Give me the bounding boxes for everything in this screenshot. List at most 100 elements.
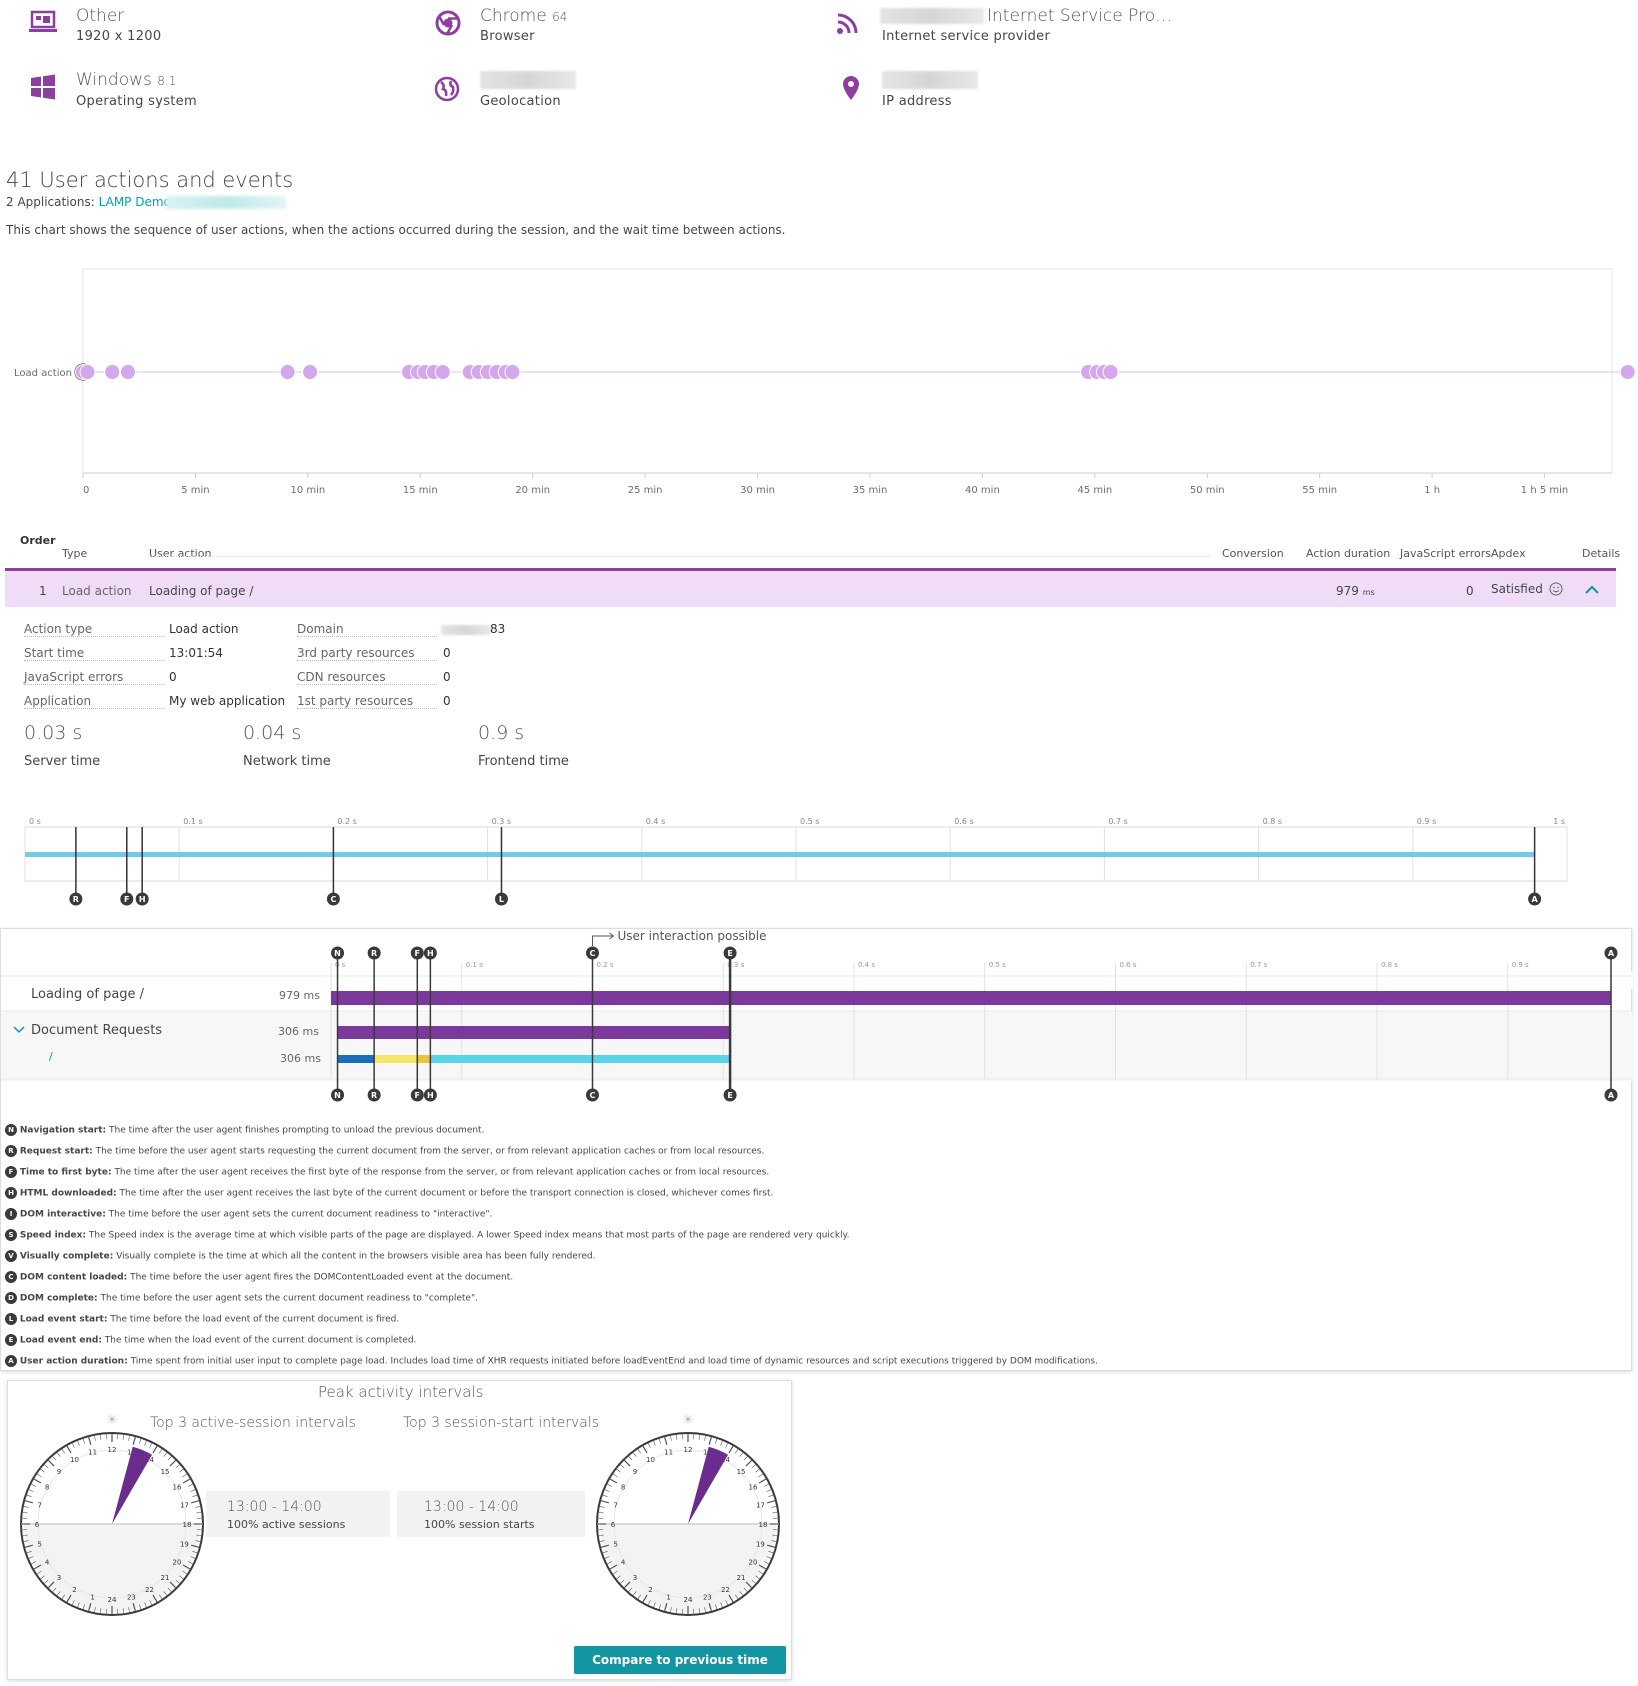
col-js-errors[interactable]: JavaScript errors (1400, 547, 1491, 560)
col-details[interactable]: Details (1582, 547, 1620, 560)
row-js-errors: 0 (1466, 584, 1474, 598)
legend-term: Speed index: (19, 1230, 87, 1241)
detail-value: 0 (443, 670, 451, 684)
clock-hour-label: 24 (108, 1596, 117, 1604)
wf-marker-label: A (1608, 949, 1615, 958)
timing-marker-label: A (1532, 895, 1539, 904)
clock-hour-label: 1 (90, 1593, 94, 1601)
legend-term: Time to first byte: (19, 1167, 112, 1178)
waterfall-chart: 0 s 0.1 s 0.2 s 0.3 s 0.4 s 0.5 s 0.6 s 0.7 s 0.… (1, 929, 1633, 1102)
legend-row: E Load event end: The time when the load… (5, 1334, 416, 1346)
col-user-action[interactable]: User action (149, 547, 211, 560)
isp-redacted (880, 8, 984, 24)
wf-marker-label: R (371, 1091, 377, 1100)
wf-row-root[interactable]: / (49, 1050, 53, 1063)
col-action-duration[interactable]: Action duration (1306, 547, 1390, 560)
server-time-label: Server time (24, 754, 101, 769)
clock-hour-label: 8 (621, 1484, 625, 1492)
device-resolution: 1920 x 1200 (76, 29, 162, 44)
wf-marker-label: E (727, 1091, 732, 1100)
wf-bar-ttfb (417, 1055, 431, 1063)
wf-sub-bg (1, 1011, 1633, 1081)
geolocation-redacted (480, 71, 576, 89)
clock-hour-label: 23 (127, 1593, 136, 1601)
wf-row-document-requests[interactable]: Document Requests (31, 1023, 162, 1038)
clock-hour-label: 7 (613, 1502, 617, 1510)
clock-hour-label: 18 (183, 1521, 192, 1529)
wf-tick-label: 0.9 s (1512, 961, 1529, 969)
col-order[interactable]: Order (20, 534, 56, 547)
clock-hour-label: 19 (180, 1540, 189, 1548)
rss-icon (837, 13, 858, 34)
applications-line: 2 Applications: LAMP Demo, (6, 195, 175, 209)
chevron-down-icon[interactable] (13, 1025, 25, 1035)
timeline-tick-label: 0.7 s (1108, 817, 1127, 826)
table-row[interactable]: 1 Load action Loading of page / 979 ms 0… (5, 568, 1616, 607)
start-interval-time: 13:00 - 14:00 (424, 1499, 519, 1515)
detail-row: 3rd party resources 0 (297, 646, 517, 662)
app-link-redacted[interactable] (166, 196, 286, 209)
legend-term: User action duration: (19, 1356, 128, 1367)
detail-value: 0 (443, 646, 451, 660)
legend-marker: C (5, 1271, 17, 1283)
clock-hour-label: 22 (145, 1586, 154, 1594)
col-type[interactable]: Type (62, 547, 87, 560)
detail-value: 83 (490, 622, 506, 636)
legend-term: HTML downloaded: (19, 1188, 117, 1199)
detail-key: Start time (24, 646, 164, 661)
legend-row: N Navigation start: The time after the u… (5, 1124, 484, 1136)
timeline-tick-label: 0.5 s (800, 817, 819, 826)
row-duration: 979 ms (1336, 584, 1375, 598)
geolocation-label: Geolocation (480, 94, 561, 109)
clock-hour-label: 3 (57, 1574, 61, 1582)
clock-hour-label: 12 (108, 1446, 117, 1454)
data-point (1102, 364, 1119, 380)
legend-row: H HTML downloaded: The time after the us… (5, 1187, 773, 1199)
wf-bar-connect (337, 1055, 375, 1063)
data-point (279, 364, 296, 380)
wf-marker-label: N (334, 1091, 341, 1100)
sun-icon: ☀ (682, 1413, 694, 1428)
clock-hour-label: 1 (666, 1593, 670, 1601)
data-point (504, 364, 521, 380)
chevron-up-icon[interactable] (1584, 584, 1600, 596)
legend-desc: Visually complete is the time at which a… (116, 1251, 596, 1262)
wf-tick-label: 0.2 s (596, 961, 613, 969)
row-type: Load action (62, 584, 132, 598)
wf-tick-label: 0.6 s (1119, 961, 1136, 969)
wf-row-page-ms: 979 ms (279, 989, 320, 1002)
legend-term: DOM interactive: (19, 1209, 106, 1220)
smiley-icon (1549, 582, 1563, 596)
app-link-lamp-demo[interactable]: LAMP Demo (99, 195, 171, 209)
detail-key: JavaScript errors (24, 670, 164, 685)
start-interval-card[interactable]: 13:00 - 14:00 100% session starts (397, 1491, 585, 1537)
timeline-tick-label: 0.2 s (337, 817, 356, 826)
clock-hour-label: 2 (648, 1586, 652, 1594)
globe-icon (434, 76, 460, 102)
device-name: Other (76, 6, 125, 26)
detail-row: Domain 83 (297, 622, 517, 638)
x-tick-label: 0 (83, 485, 89, 496)
x-tick-label: 10 min (290, 485, 325, 496)
legend-row: I DOM interactive: The time before the u… (5, 1208, 492, 1220)
legend-term: Load event end: (19, 1335, 102, 1346)
frontend-time-value: 0.9 s (478, 722, 525, 744)
legend-row: R Request start: The time before the use… (5, 1145, 764, 1157)
clock-hour-label: 15 (737, 1468, 746, 1476)
wf-row-page[interactable]: Loading of page / (31, 987, 144, 1002)
clock-hour-label: 24 (684, 1596, 693, 1604)
sun-icon: ☀ (106, 1413, 118, 1428)
timeline-tick-label: 0.6 s (954, 817, 973, 826)
legend-row: C DOM content loaded: The time before th… (5, 1271, 513, 1283)
clock-hour-label: 8 (45, 1484, 49, 1492)
col-apdex[interactable]: Apdex (1491, 547, 1526, 560)
compare-button[interactable]: Compare to previous time frame (574, 1646, 786, 1686)
legend-row: S Speed index: The Speed index is the av… (5, 1229, 849, 1241)
timing-marker-label: R (73, 895, 79, 904)
legend-term: Visually complete: (19, 1251, 114, 1262)
clock-hour-label: 10 (70, 1456, 79, 1464)
legend-marker: D (5, 1292, 17, 1304)
col-conversion[interactable]: Conversion (1222, 547, 1284, 560)
active-interval-card[interactable]: 13:00 - 14:00 100% active sessions (206, 1491, 390, 1537)
start-intervals-title: Top 3 session-start intervals (403, 1415, 600, 1431)
